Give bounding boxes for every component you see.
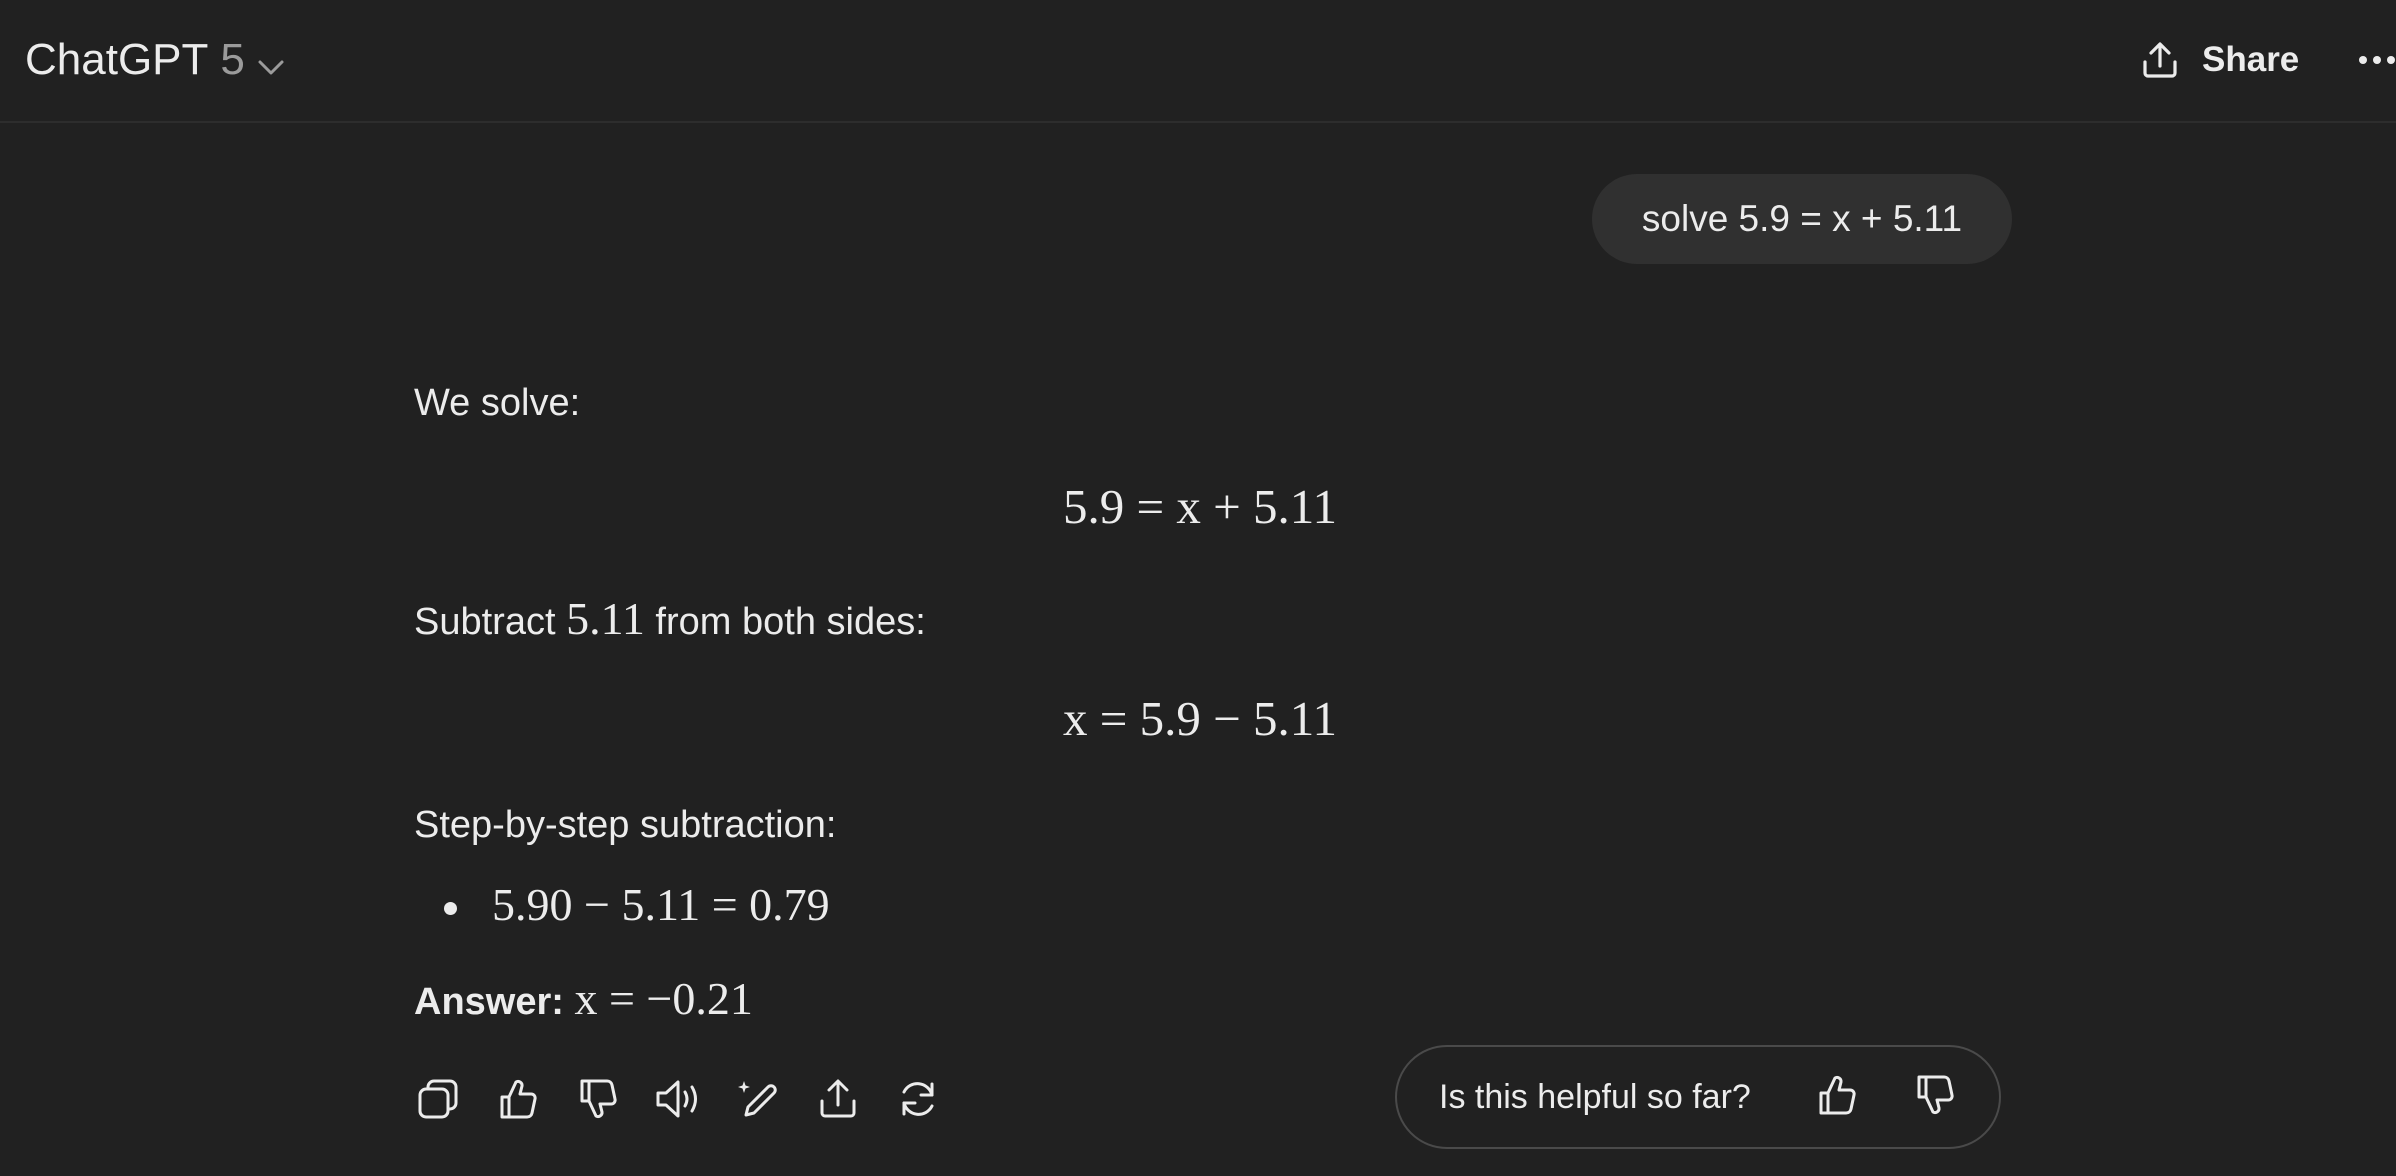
assistant-intro-text: We solve:	[414, 382, 581, 424]
share-icon	[820, 1079, 856, 1118]
bullet-point	[444, 902, 457, 915]
edit-sparkle-icon	[738, 1081, 777, 1117]
steps-heading: Step-by-step subtraction:	[414, 804, 837, 846]
speaker-icon	[656, 1080, 697, 1118]
thumbs-down-icon	[1917, 1075, 1954, 1115]
copy-button[interactable]	[414, 1075, 462, 1123]
subtract-prefix: Subtract	[414, 601, 567, 643]
chevron-down-icon	[257, 38, 285, 88]
subtract-instruction: Subtract 5.11 from both sides:	[414, 592, 926, 645]
model-selector[interactable]: ChatGPT 5	[25, 30, 285, 90]
answer-value: x = −0.21	[574, 973, 753, 1024]
copy-icon	[418, 1079, 458, 1119]
equation-display-2: x = 5.9 − 5.11	[1063, 691, 1337, 746]
share-label: Share	[2202, 40, 2300, 79]
answer-label: Answer:	[414, 981, 564, 1023]
thumbs-down-icon	[580, 1079, 617, 1119]
read-aloud-button[interactable]	[654, 1075, 702, 1123]
edit-button[interactable]	[734, 1075, 782, 1123]
regenerate-button[interactable]	[894, 1075, 942, 1123]
upload-icon	[2143, 42, 2177, 78]
answer-line: Answer: x = −0.21	[414, 972, 753, 1025]
regenerate-icon	[902, 1082, 934, 1116]
subtract-value: 5.11	[566, 593, 645, 644]
model-name: ChatGPT	[25, 35, 209, 84]
thumbs-up-button[interactable]	[494, 1075, 542, 1123]
message-actions	[414, 1075, 974, 1123]
subtract-suffix: from both sides:	[644, 601, 926, 643]
share-message-button[interactable]	[814, 1075, 862, 1123]
top-bar: ChatGPT 5 Share	[0, 0, 2396, 123]
feedback-thumbs-down-button[interactable]	[1913, 1073, 1957, 1122]
thumbs-up-icon	[1819, 1075, 1856, 1115]
feedback-question: Is this helpful so far?	[1439, 1077, 1751, 1116]
model-version: 5	[220, 35, 245, 84]
thumbs-down-button[interactable]	[574, 1075, 622, 1123]
share-button[interactable]: Share	[2140, 30, 2299, 90]
user-message-bubble: solve 5.9 = x + 5.11	[1592, 174, 2012, 264]
more-dots-icon	[2359, 56, 2395, 64]
feedback-prompt: Is this helpful so far?	[1395, 1045, 2001, 1149]
more-options-button[interactable]	[2355, 50, 2395, 70]
user-message-text: solve 5.9 = x + 5.11	[1641, 198, 1963, 239]
thumbs-up-icon	[500, 1079, 537, 1119]
feedback-thumbs-up-button[interactable]	[1815, 1073, 1859, 1122]
step-1-equation: 5.90 − 5.11 = 0.79	[492, 879, 830, 930]
equation-display-1: 5.9 = x + 5.11	[1063, 479, 1337, 534]
